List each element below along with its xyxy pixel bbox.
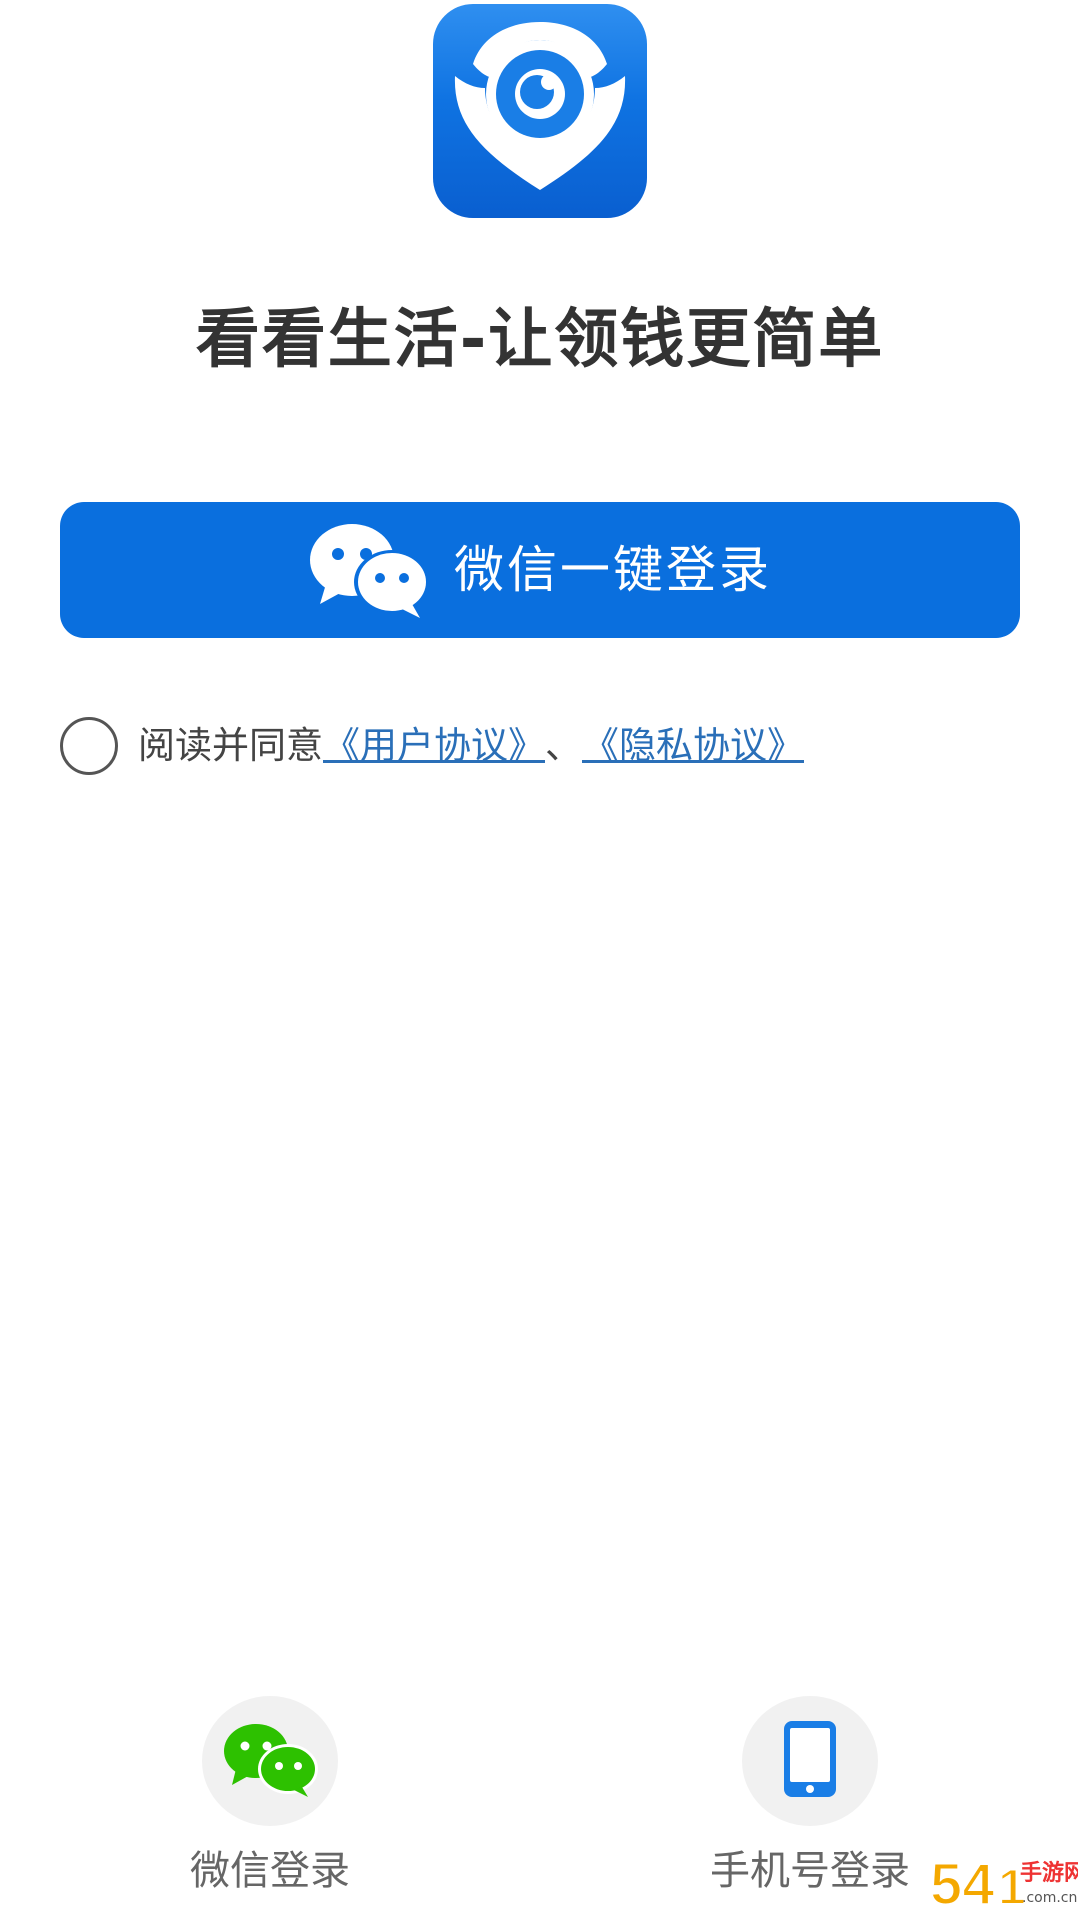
agreement-separator: 、 (545, 724, 582, 767)
svg-text:.com.cn: .com.cn (1022, 1890, 1077, 1906)
svg-text:54: 54 (930, 1852, 995, 1916)
app-slogan: 看看生活-让领钱更简单 (195, 303, 885, 377)
agreement-prefix: 阅读并同意 (138, 724, 323, 767)
app-logo-icon (433, 4, 647, 218)
svg-text:手游网: 手游网 (1020, 1860, 1078, 1886)
alt-wechat-circle[interactable] (202, 1696, 338, 1826)
privacy-agreement-link[interactable]: 《隐私协议》 (582, 721, 804, 771)
agreement-checkbox[interactable] (60, 717, 118, 775)
login-screen: 看看生活-让领钱更简单 微信一键登录 阅读并同意 《用户协议》 、 《隐私协议》 (0, 0, 1080, 1920)
alt-phone-circle[interactable] (742, 1696, 878, 1826)
wechat-one-tap-login-button[interactable]: 微信一键登录 (60, 502, 1020, 638)
alt-phone-login-label: 手机号登录 (710, 1848, 910, 1894)
wechat-icon (222, 1721, 318, 1801)
site-watermark-logo: 54 1 手游网 .com.cn (928, 1850, 1080, 1918)
phone-icon (782, 1719, 838, 1803)
alt-phone-login-button[interactable]: 手机号登录 (670, 1696, 950, 1896)
wechat-icon (308, 520, 432, 620)
agreement-row: 阅读并同意 《用户协议》 、 《隐私协议》 (60, 716, 804, 776)
wechat-one-tap-login-label: 微信一键登录 (454, 541, 772, 599)
user-agreement-link[interactable]: 《用户协议》 (323, 721, 545, 771)
alt-wechat-login-label: 微信登录 (190, 1848, 350, 1894)
alt-wechat-login-button[interactable]: 微信登录 (130, 1696, 410, 1896)
